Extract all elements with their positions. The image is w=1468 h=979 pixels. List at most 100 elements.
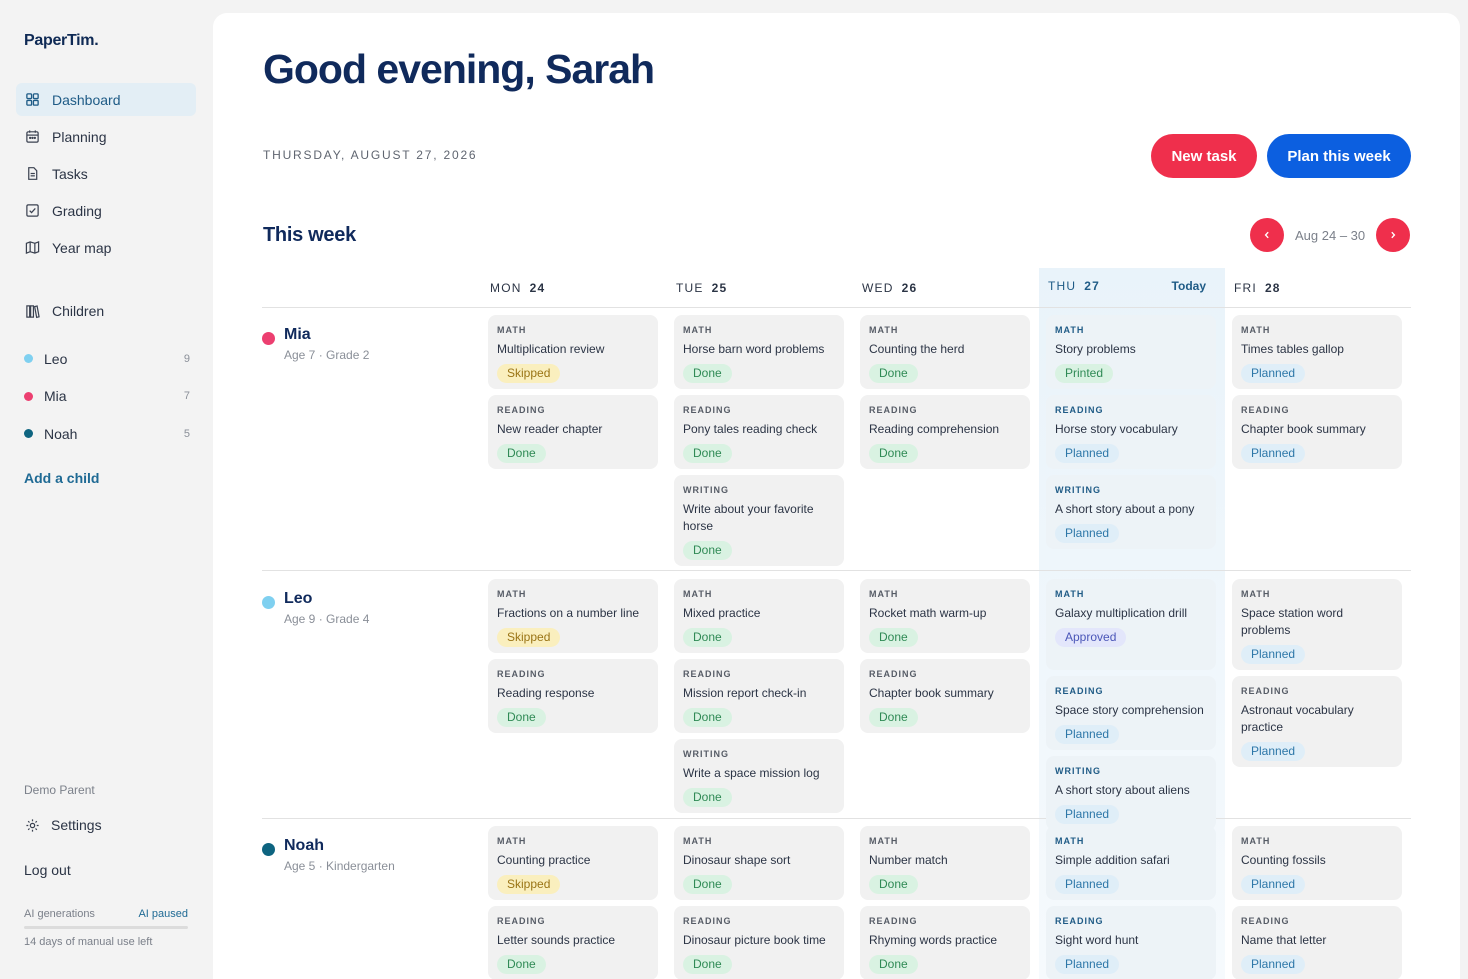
status-badge: Planned [1055,875,1120,894]
task-card[interactable]: READING Pony tales reading check Done [674,395,844,469]
task-card[interactable]: WRITING A short story about aliens Planned [1046,756,1216,830]
task-subject: MATH [683,325,713,335]
child-meta: Age 9 · Grade 4 [284,612,370,626]
task-title: A short story about aliens [1055,783,1190,797]
child-color-dot [24,429,33,439]
task-card[interactable]: MATH Mixed practice Done [674,579,844,653]
chevron-right-icon [1391,231,1396,239]
day-header-mon: MON 24 [490,281,545,295]
child-item-mia[interactable]: Mia 7 [24,378,190,416]
user-name: Demo Parent [24,783,95,797]
task-subject: READING [1055,405,1104,415]
nav-item-year-map[interactable]: Year map [16,231,196,264]
task-subject: MATH [497,589,527,599]
task-card[interactable]: MATH Counting practice Skipped [488,826,658,900]
task-subject: MATH [1055,325,1085,335]
task-card[interactable]: READING Space story comprehension Planned [1046,676,1216,750]
status-badge: Done [683,955,732,974]
child-name: Mia [44,388,67,405]
task-card[interactable]: READING Astronaut vocabulary practice Plan… [1232,676,1402,767]
add-child-link[interactable]: Add a child [24,470,99,486]
task-card[interactable]: MATH Story problems Printed [1046,315,1216,389]
task-title: Dinosaur shape sort [683,853,791,867]
grid-icon [24,92,40,108]
task-card[interactable]: MATH Counting the herd Done [860,315,1030,389]
task-card[interactable]: READING Sight word hunt Planned [1046,906,1216,979]
status-badge: Planned [1241,364,1306,383]
task-card[interactable]: MATH Times tables gallop Planned [1232,315,1402,389]
child-meta: Age 5 · Kindergarten [284,859,395,873]
task-card[interactable]: READING Reading response Done [488,659,658,733]
task-title: Fractions on a number line [497,606,640,620]
settings-link[interactable]: Settings [24,817,102,833]
task-card[interactable]: READING Chapter book summary Planned [1232,395,1402,469]
app-logo[interactable]: PaperTim. [24,32,99,50]
task-subject: MATH [1241,836,1271,846]
task-card[interactable]: MATH Multiplication review Skipped [488,315,658,389]
task-subject: READING [1055,686,1104,696]
main-panel: Good evening, Sarah THURSDAY, AUGUST 27,… [213,13,1460,979]
nav-item-planning[interactable]: Planning [16,120,196,153]
task-subject: READING [1241,686,1290,696]
main-nav: Dashboard Planning Tasks Grading Year ma… [16,83,196,268]
task-card[interactable]: READING Letter sounds practice Done [488,906,658,979]
task-card[interactable]: READING Name that letter Planned [1232,906,1402,979]
next-week-button[interactable] [1376,218,1410,252]
books-icon [24,303,40,319]
task-card[interactable]: WRITING Write about your favorite horse Do… [674,475,844,566]
task-card[interactable]: MATH Counting fossils Planned [1232,826,1402,900]
nav-item-dashboard[interactable]: Dashboard [16,83,196,116]
task-card[interactable]: MATH Simple addition safari Planned [1046,826,1216,900]
day-name: MON [490,281,522,295]
current-date: THURSDAY, AUGUST 27, 2026 [263,148,478,162]
task-card[interactable]: WRITING Write a space mission log Done [674,739,844,813]
task-card[interactable]: READING Mission report check-in Done [674,659,844,733]
task-card[interactable]: MATH Number match Done [860,826,1030,900]
task-card[interactable]: MATH Space station word problems Planned [1232,579,1402,670]
plan-week-button[interactable]: Plan this week [1267,134,1411,178]
nav-label: Planning [52,128,107,145]
task-card[interactable]: READING Chapter book summary Done [860,659,1030,733]
task-title: Counting the herd [869,342,965,356]
child-item-noah[interactable]: Noah 5 [24,415,190,453]
nav-label: Tasks [52,165,88,182]
task-title: Counting practice [497,853,591,867]
task-card[interactable]: MATH Horse barn word problems Done [674,315,844,389]
child-name: Leo [284,590,313,607]
status-badge: Planned [1241,875,1306,894]
task-card[interactable]: READING Rhyming words practice Done [860,906,1030,979]
task-card[interactable]: MATH Rocket math warm-up Done [860,579,1030,653]
task-subject: MATH [1055,589,1085,599]
task-subject: READING [869,916,918,926]
logout-link[interactable]: Log out [24,862,71,878]
task-card[interactable]: READING Reading comprehension Done [860,395,1030,469]
task-subject: READING [683,916,732,926]
task-title: Letter sounds practice [497,933,616,947]
calendar-icon [24,129,40,145]
nav-item-tasks[interactable]: Tasks [16,157,196,190]
day-header-wed: WED 26 [862,281,917,295]
nav-item-grading[interactable]: Grading [16,194,196,227]
task-card[interactable]: MATH Fractions on a number line Skipped [488,579,658,653]
day-header-thu: THU 27 Today [1048,279,1206,293]
task-subject: READING [1055,916,1104,926]
task-card[interactable]: READING Dinosaur picture book time Done [674,906,844,979]
task-card[interactable]: MATH Galaxy multiplication drill Approved [1046,579,1216,670]
ai-status[interactable]: AI paused [138,908,188,920]
previous-week-button[interactable] [1250,218,1284,252]
task-card[interactable]: READING Horse story vocabulary Planned [1046,395,1216,469]
children-section-header[interactable]: Children [24,303,104,319]
task-title: Rhyming words practice [869,933,998,947]
task-subject: READING [683,669,732,679]
day-name: FRI [1234,281,1257,295]
task-subject: MATH [497,325,527,335]
task-subject: READING [1241,405,1290,415]
new-task-button[interactable]: New task [1151,134,1257,178]
task-title: Name that letter [1241,933,1327,947]
task-card[interactable]: WRITING A short story about a pony Planned [1046,475,1216,549]
task-title: Chapter book summary [869,686,994,700]
task-card[interactable]: READING New reader chapter Done [488,395,658,469]
child-item-leo[interactable]: Leo 9 [24,340,190,378]
task-card[interactable]: MATH Dinosaur shape sort Done [674,826,844,900]
status-badge: Done [869,708,918,727]
